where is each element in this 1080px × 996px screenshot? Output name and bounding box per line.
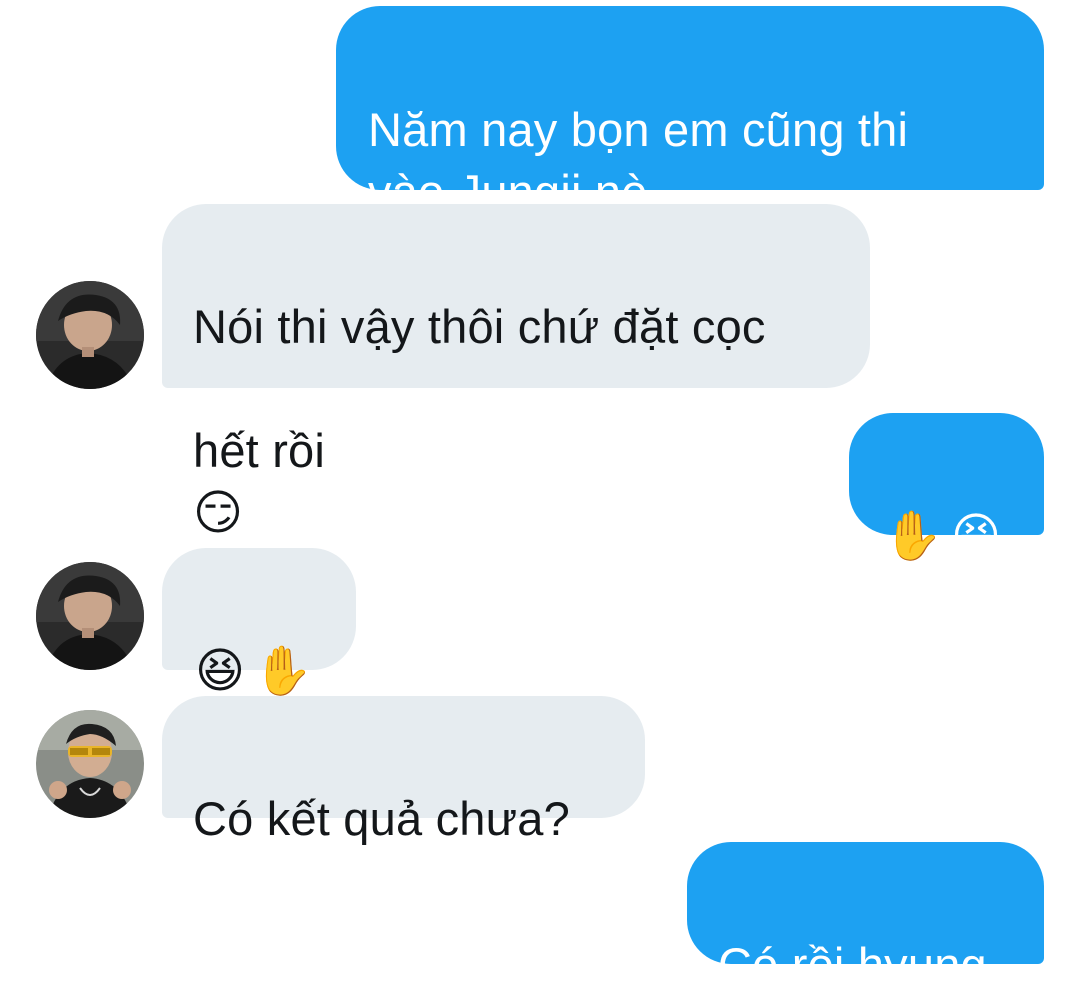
chat-thread: Năm nay bọn em cũng thi vào Jungji nè Nó…	[0, 0, 1080, 991]
message-text-line-1: Nói thi vậy thôi chứ đặt cọc	[193, 300, 766, 353]
message-text: Năm nay bọn em cũng thi vào Jungji nè	[368, 103, 909, 218]
user-avatar-1[interactable]	[36, 562, 144, 670]
incoming-message-bubble[interactable]: 😆 ✋	[162, 548, 356, 699]
outgoing-message-bubble[interactable]: Năm nay bọn em cũng thi vào Jungji nè	[336, 6, 1044, 218]
smirk-emoji-icon: 😏	[193, 485, 244, 541]
laughing-face-icon: 😆	[195, 643, 246, 699]
raised-hand-icon: ✋	[883, 508, 943, 564]
incoming-message-bubble[interactable]: Có kết quả chưa?	[162, 696, 645, 845]
outgoing-message-bubble[interactable]: ✋ 😆	[849, 413, 1044, 564]
user-avatar-1[interactable]	[36, 281, 144, 389]
message-text: Có kết quả chưa?	[193, 792, 570, 845]
laughing-face-icon: 😆	[950, 508, 1002, 564]
message-text: Có rồi hyung	[718, 938, 987, 991]
outgoing-message-bubble[interactable]: Có rồi hyung	[687, 842, 1044, 991]
user-avatar-2[interactable]	[36, 710, 144, 818]
raised-hand-icon: ✋	[253, 643, 314, 699]
message-text-line-2: hết rồi	[193, 424, 326, 477]
incoming-message-bubble[interactable]: Nói thi vậy thôi chứ đặt cọc hết rồi 😏	[162, 204, 870, 541]
